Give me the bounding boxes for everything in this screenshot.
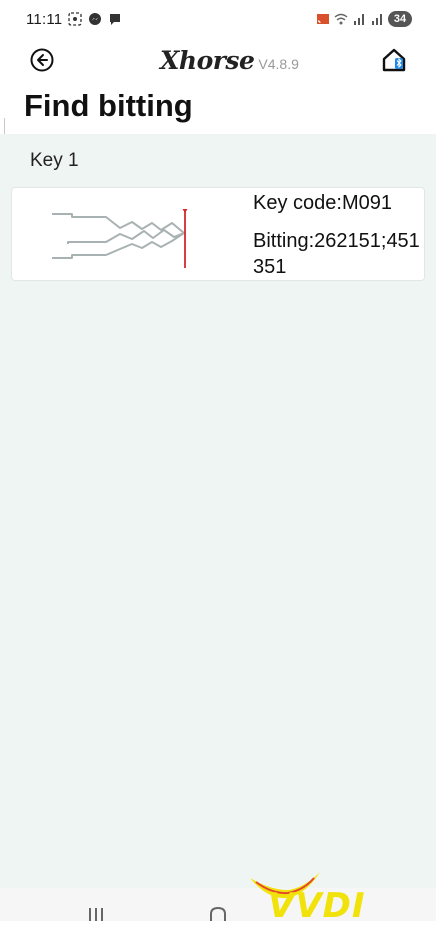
results-panel: Key 1 Key code:M091 Bitting:262151;45135… — [0, 134, 436, 888]
status-left: 11:11 — [26, 11, 122, 28]
key-profile-image — [52, 209, 188, 268]
screenshot-icon — [68, 12, 82, 26]
status-right: 34 — [316, 11, 412, 27]
home-nav-icon[interactable] — [208, 906, 228, 921]
cast-icon — [317, 14, 329, 24]
app-version: V4.8.9 — [258, 56, 299, 72]
key-group-label: Key 1 — [30, 150, 79, 171]
home-bluetooth-icon[interactable] — [380, 46, 408, 74]
key-code-text: Key code:M091 — [253, 192, 392, 214]
page-title: Find bitting — [24, 88, 193, 123]
status-bar: 11:11 34 — [0, 0, 436, 38]
chat-icon — [110, 14, 121, 25]
key-result-card[interactable]: Key code:M091 Bitting:262151;451351 — [11, 187, 425, 281]
vvdi-watermark: VVDI — [248, 868, 434, 926]
brand-logo: Xhorse — [160, 46, 255, 75]
app-header: Xhorse V4.8.9 — [0, 38, 436, 86]
messenger-icon — [89, 13, 102, 25]
status-time: 11:11 — [26, 10, 63, 28]
signal-2-icon — [372, 14, 382, 25]
recents-icon[interactable] — [86, 908, 106, 921]
battery-indicator: 34 — [388, 11, 412, 27]
back-arrow-icon[interactable] — [29, 47, 55, 73]
signal-icon — [354, 14, 364, 25]
key-bitting-text: Bitting:262151;451351 — [253, 230, 420, 278]
watermark-text: VVDI — [268, 886, 366, 926]
wifi-icon — [334, 13, 348, 25]
brand: Xhorse V4.8.9 — [160, 46, 299, 75]
